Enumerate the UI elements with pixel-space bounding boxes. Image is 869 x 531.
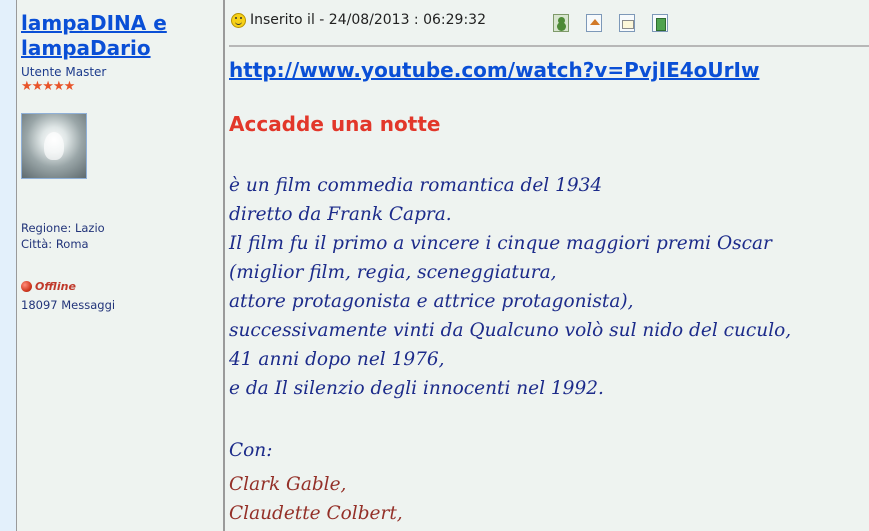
rank-stars: ★★★★★ [21, 79, 75, 94]
cast-list: Clark Gable, Claudette Colbert, [229, 470, 403, 528]
message-count: 18097 Messaggi [21, 298, 116, 312]
post-title: Accadde una notte [229, 112, 441, 136]
status-label: Offline [35, 280, 76, 293]
post-line: Il film fu il primo a vincere i cinque m… [229, 233, 772, 254]
cast-label: Con: [229, 440, 273, 461]
cast-member: Claudette Colbert, [229, 503, 403, 524]
author-rank: Utente Master [21, 65, 107, 79]
post-body: Inserito il - 24/08/2013 : 06:29:32 http… [225, 0, 869, 531]
youtube-link[interactable]: http://www.youtube.com/watch?v=PvjIE4oUr… [229, 58, 759, 82]
forum-post: lampaDINA e lampaDario Utente Master ★★★… [0, 0, 869, 531]
avatar [21, 113, 87, 179]
author-name-link[interactable]: lampaDINA e lampaDario [21, 11, 221, 61]
cast-member: Clark Gable, [229, 474, 347, 495]
post-line: successivamente vinti da Qualcuno volò s… [229, 320, 792, 341]
post-line: è un film commedia romantica del 1934 [229, 175, 603, 196]
post-line: 41 anni dopo nel 1976, [229, 349, 445, 370]
post-line: e da Il silenzio degli innocenti nel 199… [229, 378, 604, 399]
status-badge: Offline [21, 280, 76, 293]
author-region: Regione: Lazio [21, 221, 105, 235]
post-divider [229, 45, 869, 47]
post-text: è un film commedia romantica del 1934 di… [229, 171, 791, 403]
author-city: Città: Roma [21, 237, 89, 251]
offline-icon [21, 281, 32, 292]
author-sidebar: lampaDINA e lampaDario Utente Master ★★★… [17, 0, 225, 531]
post-line: (miglior film, regia, sceneggiatura, [229, 262, 557, 283]
edit-icon[interactable] [652, 14, 668, 32]
left-margin [0, 0, 17, 531]
profile-icon[interactable] [553, 14, 569, 32]
post-line: diretto da Frank Capra. [229, 204, 452, 225]
post-toolbar [553, 14, 668, 32]
home-icon[interactable] [586, 14, 602, 32]
posted-timestamp: Inserito il - 24/08/2013 : 06:29:32 [250, 12, 486, 28]
email-icon[interactable] [619, 14, 635, 32]
post-line: attore protagonista e attrice protagonis… [229, 291, 634, 312]
smiley-icon [231, 12, 246, 28]
post-header: Inserito il - 24/08/2013 : 06:29:32 [231, 12, 486, 28]
